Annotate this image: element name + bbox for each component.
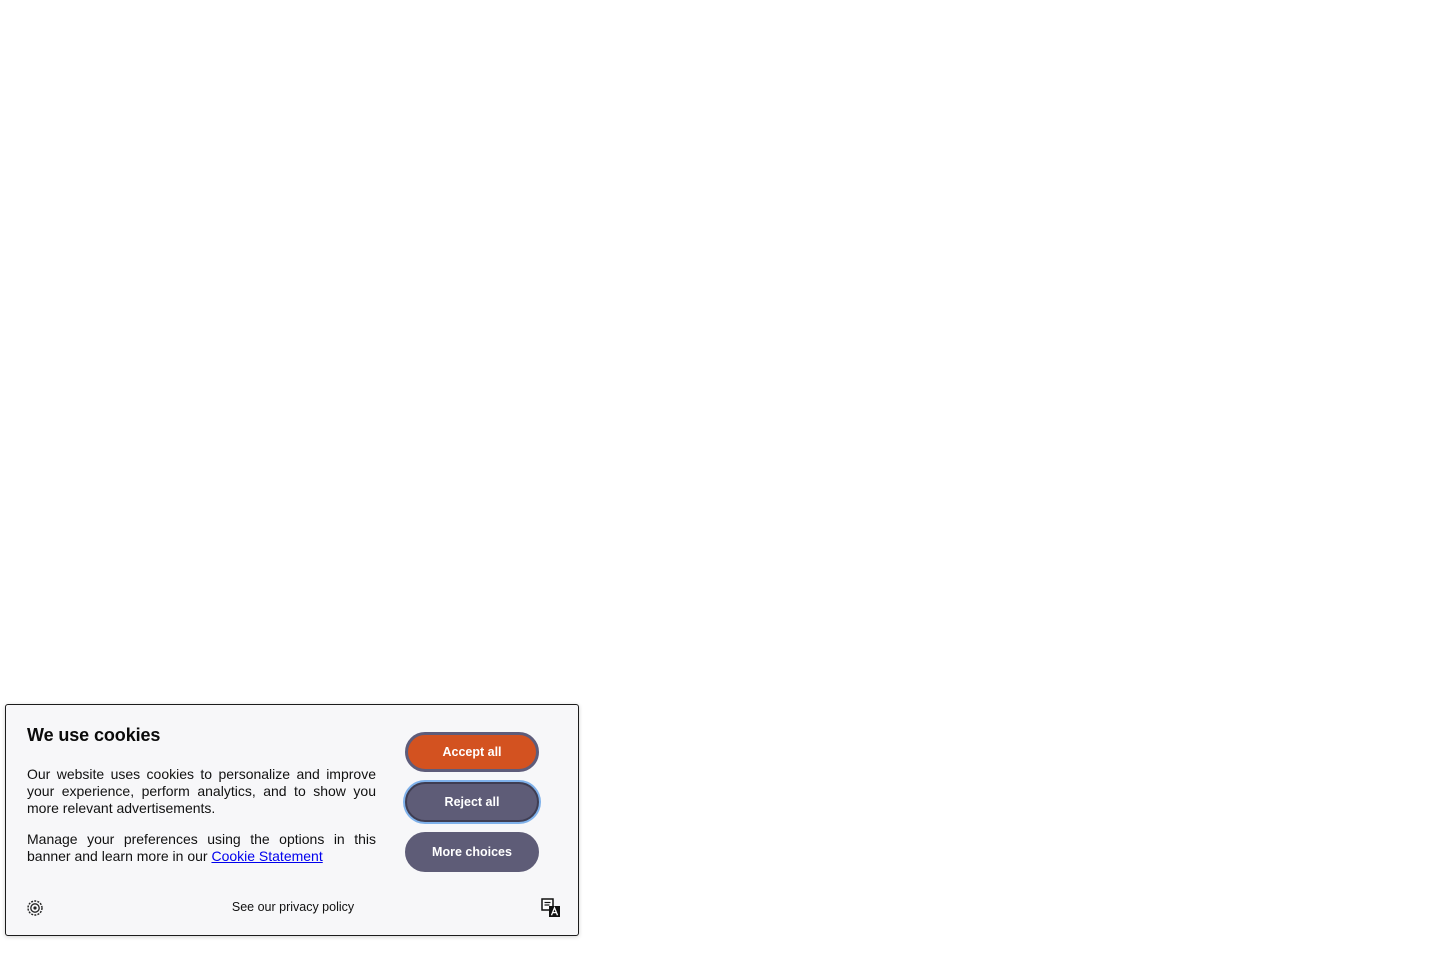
cookie-banner: We use cookies Our website uses cookies … bbox=[5, 704, 579, 936]
cookie-statement-link[interactable]: Cookie Statement bbox=[211, 848, 322, 864]
banner-description: Our website uses cookies to personalize … bbox=[27, 766, 376, 816]
more-choices-button[interactable]: More choices bbox=[405, 832, 539, 872]
privacy-policy-link[interactable]: See our privacy policy bbox=[6, 900, 580, 914]
translate-icon[interactable] bbox=[541, 898, 561, 918]
banner-preferences-text: Manage your preferences using the option… bbox=[27, 831, 376, 865]
accept-all-button[interactable]: Accept all bbox=[405, 732, 539, 772]
page: We use cookies Our website uses cookies … bbox=[0, 0, 1440, 960]
reject-all-button[interactable]: Reject all bbox=[405, 782, 539, 822]
banner-title: We use cookies bbox=[27, 725, 161, 745]
preferences-text: Manage your preferences using the option… bbox=[27, 831, 376, 864]
